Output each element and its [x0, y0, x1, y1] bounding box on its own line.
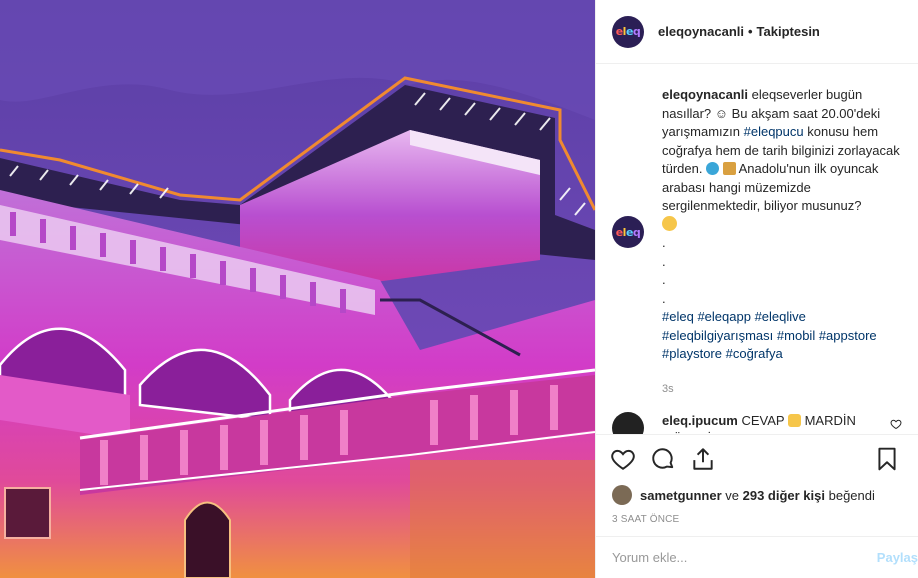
- hashtag-link[interactable]: #appstore: [819, 328, 877, 343]
- post-image[interactable]: [0, 0, 595, 578]
- hashtag-link[interactable]: #eleq: [662, 309, 694, 324]
- hashtag-link[interactable]: #eleqbilgiyarışması: [662, 328, 773, 343]
- hashtag-link[interactable]: #eleqapp: [697, 309, 751, 324]
- commenter-avatar[interactable]: [612, 412, 644, 434]
- caption-dot: .: [662, 235, 666, 250]
- hashtag-link[interactable]: #eleqpucu: [744, 124, 804, 139]
- avatar-logo-text: eleq: [615, 25, 641, 38]
- caption-dot: .: [662, 290, 666, 306]
- author-avatar[interactable]: eleq: [612, 15, 644, 48]
- likes-suffix: beğendi: [825, 487, 875, 503]
- liker-avatar[interactable]: [612, 485, 632, 505]
- globe-emoji-icon: [706, 162, 720, 175]
- hashtag-link[interactable]: #coğrafya: [726, 346, 783, 361]
- post-header: eleq eleqoynacanli • Takiptesin: [596, 0, 918, 64]
- building-illustration: [0, 0, 595, 578]
- bookmark-icon[interactable]: [874, 446, 900, 472]
- follow-status[interactable]: Takiptesin: [757, 24, 820, 39]
- post-dialog: eleq eleqoynacanli • Takiptesin eleq ele…: [0, 0, 918, 578]
- avatar-logo-text: eleq: [615, 225, 641, 239]
- hashtag-link[interactable]: #mobil: [777, 328, 815, 343]
- pointing-hand-emoji-icon: [787, 414, 801, 427]
- author-username[interactable]: eleqoynacanli: [658, 24, 744, 39]
- caption-dot: .: [662, 253, 666, 269]
- likes-connector: ve: [721, 487, 743, 503]
- comment-text: eleq.ipucum CEVAP MARDİN MÜZESİ: [662, 412, 882, 434]
- hashtag-link[interactable]: #playstore: [662, 346, 722, 361]
- comment-body-1: CEVAP: [737, 413, 788, 428]
- monocle-face-emoji-icon: [662, 215, 677, 231]
- post-side-panel: eleq eleqoynacanli • Takiptesin eleq ele…: [595, 0, 918, 578]
- comments-list[interactable]: eleq eleqoynacanli eleqseverler bugün na…: [596, 64, 918, 434]
- caption-item: eleq eleqoynacanli eleqseverler bugün na…: [612, 86, 902, 398]
- caption-dot: .: [662, 272, 666, 287]
- hashtag-link[interactable]: #eleqlive: [755, 309, 806, 324]
- comment-item: eleq.ipucum CEVAP MARDİN MÜZESİ: [612, 412, 902, 434]
- action-bar: [596, 434, 918, 482]
- post-timestamp[interactable]: 3 SAAT ÖNCE: [596, 508, 918, 536]
- liker-username[interactable]: sametgunner: [640, 488, 722, 503]
- comment-icon[interactable]: [650, 446, 676, 472]
- add-comment-bar: Paylaş: [596, 536, 918, 578]
- heart-icon[interactable]: [610, 446, 636, 472]
- caption-avatar[interactable]: eleq: [612, 216, 644, 248]
- header-separator: •: [747, 24, 753, 39]
- caption-age[interactable]: 3s: [662, 380, 902, 399]
- caption-username[interactable]: eleqoynacanli: [662, 87, 748, 102]
- books-emoji-icon: [722, 162, 736, 175]
- commenter-username[interactable]: eleq.ipucum: [662, 413, 738, 428]
- post-comment-button[interactable]: Paylaş: [877, 550, 918, 565]
- likes-summary: sametgunner ve 293 diğer kişi beğendi: [596, 482, 918, 508]
- likes-count[interactable]: 293 diğer kişi: [743, 488, 825, 503]
- caption-text: eleqoynacanli eleqseverler bugün nasılla…: [662, 86, 902, 398]
- comment-input[interactable]: [612, 550, 852, 565]
- comment-like-heart-icon[interactable]: [890, 418, 902, 430]
- share-icon[interactable]: [690, 446, 716, 472]
